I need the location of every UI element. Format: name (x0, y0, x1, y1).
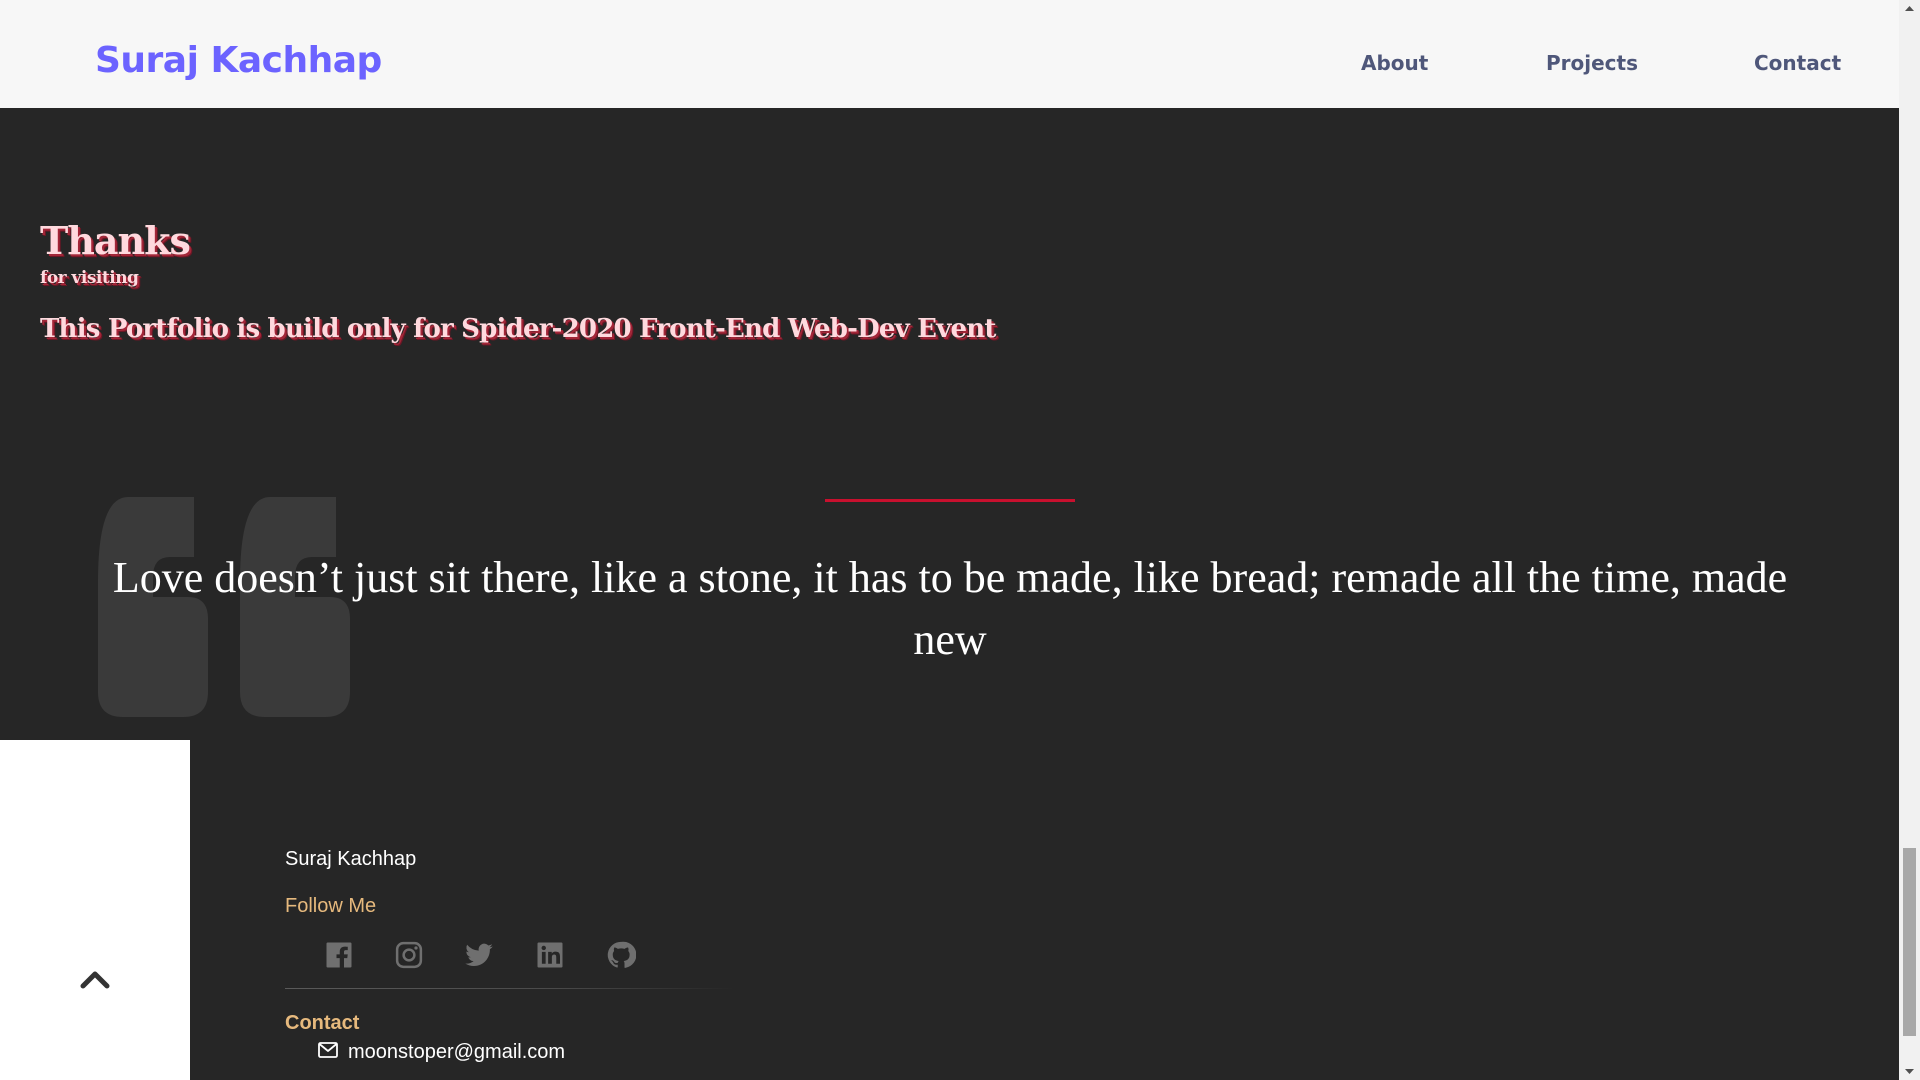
email-link[interactable]: moonstoper@gmail.com (348, 1041, 565, 1064)
nav-link-about[interactable]: About (1361, 51, 1428, 75)
thanks-heading: Thanks (40, 218, 191, 263)
instagram-icon (395, 941, 423, 969)
quote-text: Love doesn’t just sit there, like a ston… (112, 553, 1788, 664)
chevron-up-icon (80, 971, 110, 989)
linkedin-icon (537, 942, 563, 968)
footer-divider (285, 988, 735, 989)
portfolio-note: This Portfolio is build only for Spider-… (40, 314, 996, 344)
nav-link-projects[interactable]: Projects (1546, 51, 1638, 75)
instagram-link[interactable] (394, 940, 424, 970)
github-icon (607, 941, 636, 968)
quote-accent-line (825, 499, 1075, 502)
back-to-top-button[interactable] (0, 740, 190, 1080)
brand-logo-link[interactable]: Suraj Kachhap (95, 40, 382, 81)
vertical-scrollbar[interactable] (1899, 0, 1920, 1080)
contact-heading: Contact (285, 1012, 360, 1034)
thanks-subheading: for visiting (40, 268, 139, 288)
nav-link-contact[interactable]: Contact (1754, 51, 1841, 75)
page: Suraj Kachhap About Projects Contact Tha… (0, 0, 1920, 1080)
follow-me-label: Follow Me (285, 895, 377, 917)
twitter-link[interactable] (464, 940, 494, 970)
github-link[interactable] (606, 940, 636, 970)
twitter-icon (465, 943, 493, 967)
scroll-down-arrow-icon[interactable] (1899, 1063, 1920, 1080)
linkedin-link[interactable] (535, 940, 565, 970)
scrollbar-thumb[interactable] (1903, 848, 1916, 1036)
footer-name: Suraj Kachhap (285, 848, 417, 870)
scroll-up-arrow-icon[interactable] (1899, 0, 1920, 17)
envelope-icon (318, 1042, 338, 1058)
facebook-icon (326, 942, 352, 968)
top-navbar: Suraj Kachhap About Projects Contact (0, 0, 1899, 108)
facebook-link[interactable] (324, 940, 354, 970)
